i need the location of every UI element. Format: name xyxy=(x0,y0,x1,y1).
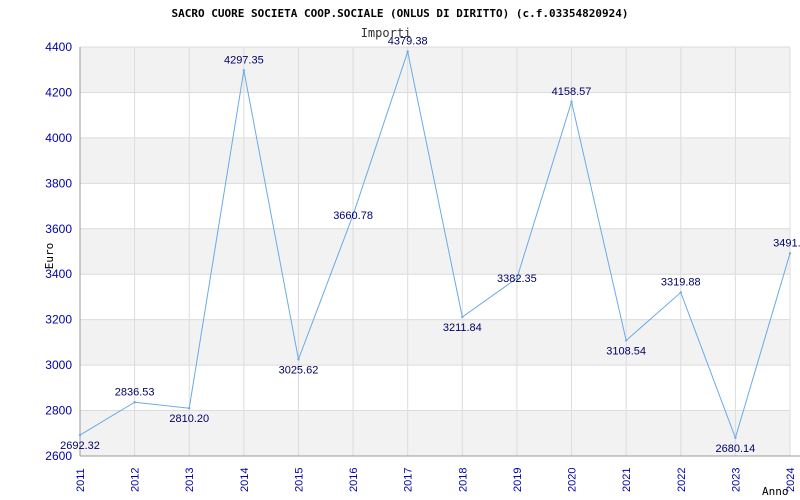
data-label: 2810.20 xyxy=(169,413,209,425)
x-tick-label: 2011 xyxy=(75,468,87,492)
data-point xyxy=(679,291,682,294)
y-axis-label: Euro xyxy=(43,243,56,270)
data-label: 3025.62 xyxy=(279,364,319,376)
x-tick-label: 2014 xyxy=(239,468,251,492)
data-point xyxy=(624,339,628,342)
x-tick-label: 2012 xyxy=(130,468,142,492)
grid-band xyxy=(80,137,790,184)
x-tick-label: 2021 xyxy=(621,468,633,492)
x-tick-label: 2013 xyxy=(184,468,196,492)
line-chart: 2600280030003200340036003800400042004400… xyxy=(43,7,800,498)
data-label: 3491.6 xyxy=(773,237,800,249)
data-label: 3211.84 xyxy=(443,322,482,334)
y-tick-label: 3200 xyxy=(45,313,72,327)
data-point xyxy=(188,407,191,410)
data-point xyxy=(788,252,792,255)
data-point xyxy=(461,315,464,319)
y-tick-label: 3800 xyxy=(45,176,72,190)
data-point xyxy=(297,358,300,361)
x-tick-label: 2022 xyxy=(676,468,688,492)
grid-band xyxy=(80,47,790,93)
x-tick-label: 2016 xyxy=(348,468,360,492)
data-point xyxy=(734,436,737,439)
x-axis-label: Anno xyxy=(762,485,789,498)
data-label: 3660.78 xyxy=(333,210,373,222)
y-tick-label: 3000 xyxy=(45,358,72,372)
data-label: 4297.35 xyxy=(224,54,264,66)
data-label: 2680.14 xyxy=(716,443,756,455)
data-label: 3108.54 xyxy=(606,345,646,357)
y-tick-label: 4200 xyxy=(45,85,72,99)
data-point xyxy=(78,433,82,437)
data-label: 4158.57 xyxy=(552,86,592,98)
x-tick-label: 2017 xyxy=(403,468,415,492)
data-label: 2692.32 xyxy=(60,440,100,452)
grid-band xyxy=(80,319,790,366)
x-tick-label: 2023 xyxy=(730,468,742,492)
chart-title: SACRO CUORE SOCIETA COOP.SOCIALE (ONLUS … xyxy=(172,7,629,20)
data-point xyxy=(242,69,246,72)
y-tick-label: 4000 xyxy=(45,131,72,145)
data-point xyxy=(406,50,409,53)
x-tick-label: 2015 xyxy=(293,468,305,492)
data-label: 2836.53 xyxy=(115,386,155,398)
grid-band xyxy=(80,228,790,275)
data-label: 3319.88 xyxy=(661,276,701,288)
data-point xyxy=(133,401,136,404)
y-tick-label: 2800 xyxy=(45,404,72,418)
x-tick-label: 2018 xyxy=(457,468,469,492)
x-tick-label: 2020 xyxy=(567,468,579,492)
plot-bands xyxy=(80,47,790,456)
y-tick-label: 4400 xyxy=(45,40,72,54)
data-point xyxy=(570,100,573,104)
data-label: 3382.35 xyxy=(497,273,537,285)
x-tick-label: 2019 xyxy=(512,468,524,492)
y-tick-label: 3600 xyxy=(45,222,72,236)
chart-subtitle: Importi xyxy=(361,26,412,40)
